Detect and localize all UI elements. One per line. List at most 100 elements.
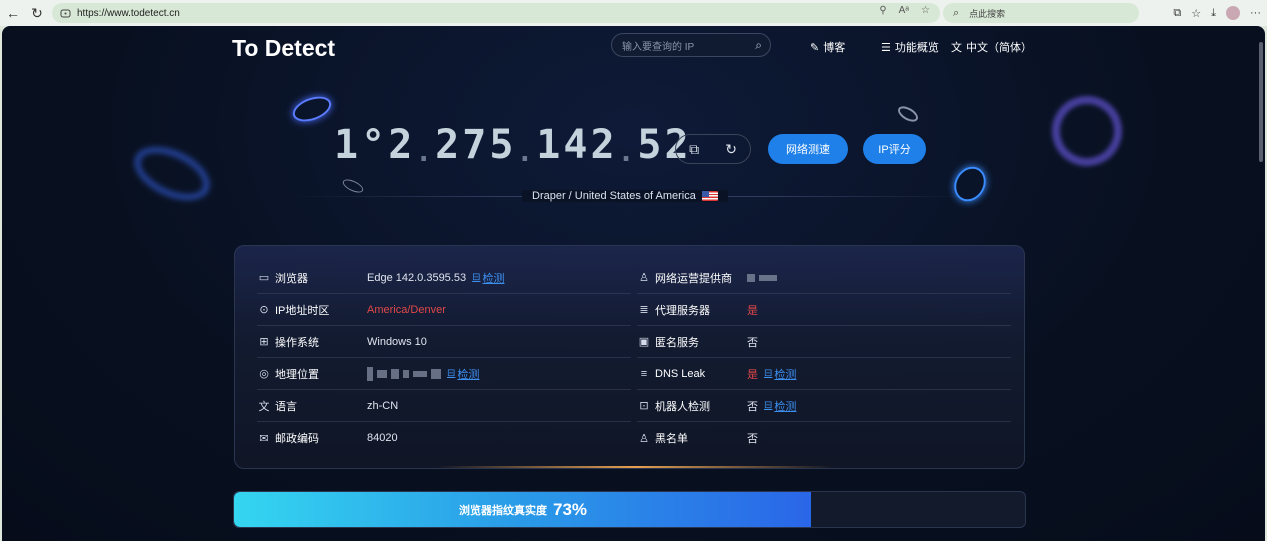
info-value: 84020 xyxy=(367,432,398,444)
check-link[interactable]: ⊟ 检测 xyxy=(764,398,796,414)
ip-char: 5 xyxy=(637,122,661,168)
info-value: 是 xyxy=(747,304,758,317)
downloads-icon[interactable]: ⤓ xyxy=(1211,7,1216,20)
ip-char: 5 xyxy=(489,122,513,168)
info-label: 邮政编码 xyxy=(275,433,319,445)
info-label: 浏览器 xyxy=(275,272,308,285)
check-link[interactable]: ⊟ 检测 xyxy=(447,366,479,382)
info-value: Edge 142.0.3595.53 xyxy=(367,271,467,284)
id-card-icon: ▣ xyxy=(638,336,650,348)
check-link-label: 检测 xyxy=(774,400,797,413)
copy-icon[interactable]: ⧉ xyxy=(689,141,699,158)
scrollbar-thumb[interactable] xyxy=(1259,42,1263,162)
scan-icon: ⊟ xyxy=(472,272,481,283)
info-row: ♙ 网络运营提供商 xyxy=(637,262,1011,294)
info-row: 文语言 zh-CN xyxy=(257,390,631,422)
extensions-icon[interactable]: ⧉ xyxy=(1173,7,1181,20)
info-value: 否 xyxy=(747,336,758,349)
web-page: To Detect 输入要查询的 IP ⌕ ✎ 博客 ☰ 功能概览 文 中文（简… xyxy=(2,26,1265,541)
nav-blog-label: 博客 xyxy=(823,42,846,54)
info-row: ◎ 地理位置 ⊟ 检测 xyxy=(257,358,631,390)
fingerprint-label: 浏览器指纹真实度 xyxy=(458,504,547,517)
check-link[interactable]: ⊟ 检测 xyxy=(764,366,796,382)
web-search-box[interactable]: ⌕ 点此搜索 xyxy=(943,3,1139,23)
info-value: 否 xyxy=(747,400,758,413)
user-icon: ♙ xyxy=(639,272,649,284)
refresh-icon[interactable]: ↻ xyxy=(725,141,737,158)
info-label: 语言 xyxy=(275,400,297,413)
ip-char: 1 xyxy=(334,122,358,168)
favorites-icon[interactable]: ☆ xyxy=(1191,7,1201,20)
more-menu-icon[interactable]: ··· xyxy=(1250,7,1261,19)
refresh-icon[interactable]: ↻ xyxy=(26,2,48,24)
location-icon[interactable]: ⚲ xyxy=(879,5,886,16)
favorite-star-icon[interactable]: ☆ xyxy=(921,5,930,16)
info-label: 机器人检测 xyxy=(655,400,710,413)
user-block-icon: ♙ xyxy=(639,432,649,445)
decor-ring-left-top xyxy=(289,91,335,127)
info-label: 匿名服务 xyxy=(655,336,699,349)
ip-char: 2 xyxy=(590,122,614,168)
ip-info-card: ▭ 浏览器 Edge 142.0.3595.53 ⊟ 检测 ⊙ IP地址时区 America/… xyxy=(234,245,1025,469)
translate-icon: 文 xyxy=(258,400,270,413)
profile-avatar[interactable] xyxy=(1226,6,1240,20)
ip-address-display: 1 ° 2. 2 7 5. 1 4 2. 5 2 xyxy=(334,122,689,168)
info-value: Windows 10 xyxy=(367,335,427,348)
ip-score-button[interactable]: IP评分 xyxy=(863,134,926,164)
search-icon[interactable]: ⌕ xyxy=(755,38,762,53)
back-icon[interactable]: ← xyxy=(2,2,24,24)
read-aloud-icon[interactable]: Aᵃ xyxy=(899,5,909,16)
site-header: To Detect 输入要查询的 IP ⌕ ✎ 博客 ☰ 功能概览 文 中文（简… xyxy=(2,26,1265,68)
ip-char: 7 xyxy=(462,122,486,168)
nav-blog[interactable]: ✎ 博客 xyxy=(810,39,845,55)
speed-test-button[interactable]: 网络测速 xyxy=(768,134,848,164)
info-label: DNS Leak xyxy=(655,367,706,380)
page-scrollbar[interactable] xyxy=(1257,34,1265,534)
decor-ring-right-mid xyxy=(948,160,992,208)
address-bar[interactable]: https://www.todetect.cn ⚲ Aᵃ ☆ xyxy=(52,3,940,23)
card-bottom-glow xyxy=(435,466,835,468)
mail-icon: ✉ xyxy=(259,432,269,445)
info-row: ≣ 代理服务器 是 xyxy=(637,294,1011,326)
us-flag-icon xyxy=(701,191,718,201)
info-label: 地理位置 xyxy=(275,368,319,381)
database-icon: ≣ xyxy=(639,304,649,316)
search-icon: ⌕ xyxy=(953,6,960,19)
info-row: ⊙ IP地址时区 America/Denver xyxy=(257,294,631,326)
location-icon: ◎ xyxy=(259,368,269,380)
edit-icon: ✎ xyxy=(810,41,820,54)
site-logo[interactable]: To Detect xyxy=(232,35,335,62)
ip-location: Draper / United States of America xyxy=(522,190,728,202)
menu-icon: ☰ xyxy=(881,41,891,54)
decor-ring-left-glow xyxy=(126,136,218,211)
scan-icon: ⊟ xyxy=(447,368,456,379)
site-info-icon[interactable] xyxy=(60,8,71,19)
info-label: IP地址时区 xyxy=(275,304,330,317)
grid-icon: ⊞ xyxy=(259,336,269,348)
redacted-value xyxy=(367,366,441,381)
nav-language-label: 中文（简体） xyxy=(966,42,1032,54)
info-row: ▣ 匿名服务 否 xyxy=(637,326,1011,358)
translate-icon: 文 xyxy=(951,42,962,54)
fingerprint-progress-label: 浏览器指纹真实度 73% xyxy=(234,492,812,527)
info-column-left: ▭ 浏览器 Edge 142.0.3595.53 ⊟ 检测 ⊙ IP地址时区 America/… xyxy=(257,262,631,454)
fingerprint-percent: 73% xyxy=(552,499,588,519)
redacted-value xyxy=(747,273,777,282)
check-link-label: 检测 xyxy=(774,368,797,381)
ip-char: . xyxy=(617,135,635,168)
robot-icon: ⊡ xyxy=(639,400,649,412)
decor-ring-right-glow xyxy=(1039,83,1135,179)
nav-features-label: 功能概览 xyxy=(894,42,939,54)
nav-features[interactable]: ☰ 功能概览 xyxy=(881,39,939,55)
ip-char: 1 xyxy=(536,122,560,168)
nav-language[interactable]: 文 中文（简体） xyxy=(951,39,1032,55)
check-link[interactable]: ⊟ 检测 xyxy=(472,270,504,286)
info-value: America/Denver xyxy=(367,303,446,316)
browser-toolbar: ← ↻ https://www.todetect.cn ⚲ Aᵃ ☆ ⌕ 点此搜… xyxy=(0,0,1267,26)
ip-char: 2 xyxy=(388,122,412,168)
ip-search-input[interactable]: 输入要查询的 IP ⌕ xyxy=(611,33,771,57)
check-link-label: 检测 xyxy=(482,272,505,285)
ip-char: . xyxy=(516,135,533,168)
card-top-glow xyxy=(385,245,885,246)
info-value: zh-CN xyxy=(367,399,399,412)
